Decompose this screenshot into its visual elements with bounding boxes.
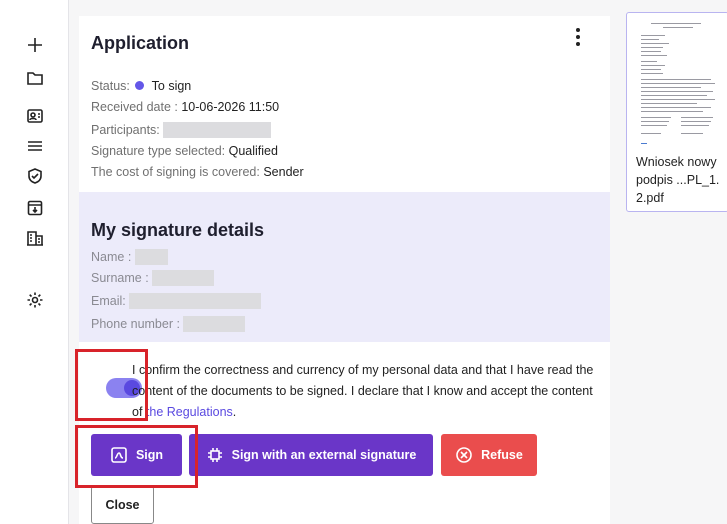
- email-label: Email:: [91, 294, 126, 308]
- folder-icon[interactable]: [25, 68, 45, 88]
- participants-row: Participants:: [91, 122, 272, 138]
- cost-row: The cost of signing is covered: Sender: [91, 165, 304, 179]
- regulations-link[interactable]: the Regulations: [146, 405, 233, 419]
- participants-redacted: [163, 122, 272, 138]
- phone-redacted: [183, 316, 246, 332]
- name-redacted: [134, 249, 168, 265]
- name-row: Name :: [91, 249, 168, 265]
- phone-label: Phone number :: [91, 317, 180, 331]
- signature-type-value: Qualified: [228, 144, 278, 158]
- surname-row: Surname :: [91, 270, 215, 286]
- close-button[interactable]: Close: [91, 486, 154, 524]
- building-icon[interactable]: [25, 228, 45, 248]
- refuse-button-label: Refuse: [481, 448, 523, 462]
- document-card[interactable]: Wniosek nowy podpis ...PL_1. 2.pdf: [626, 12, 727, 212]
- toggle-highlight: [75, 349, 148, 421]
- gear-icon[interactable]: [25, 290, 45, 310]
- document-thumbnail: [637, 17, 725, 149]
- consent-end: .: [232, 405, 237, 419]
- contact-card-icon[interactable]: [25, 106, 45, 126]
- list-icon[interactable]: [25, 136, 45, 156]
- name-label: Name :: [91, 250, 132, 264]
- shield-check-icon[interactable]: [25, 166, 45, 186]
- status-row: Status: To sign: [91, 79, 191, 93]
- document-name: Wniosek nowy podpis ...PL_1. 2.pdf: [636, 155, 720, 205]
- status-label: Status:: [91, 79, 130, 93]
- consent-text: I confirm the correctness and currency o…: [132, 360, 602, 423]
- chip-icon: [207, 448, 222, 462]
- received-label: Received date :: [91, 100, 178, 114]
- archive-icon[interactable]: [25, 198, 45, 218]
- received-value: 10-06-2026 11:50: [181, 100, 280, 114]
- received-row: Received date : 10-06-2026 11:50: [91, 100, 279, 114]
- cost-label: The cost of signing is covered:: [91, 165, 260, 179]
- close-circle-icon: [456, 447, 472, 463]
- signature-details-panel: My signature details Name : Surname : Em…: [79, 192, 610, 342]
- refuse-button[interactable]: Refuse: [441, 434, 537, 476]
- more-menu-icon[interactable]: [572, 26, 584, 48]
- participants-label: Participants:: [91, 123, 160, 137]
- email-row: Email:: [91, 293, 262, 309]
- page-title: Application: [91, 33, 189, 53]
- signature-type-label: Signature type selected:: [91, 144, 226, 158]
- email-redacted: [129, 293, 262, 309]
- plus-icon[interactable]: [25, 35, 45, 55]
- sign-button-highlight: [75, 425, 198, 488]
- sign-external-button[interactable]: Sign with an external signature: [189, 434, 433, 476]
- signature-details-title: My signature details: [91, 220, 265, 240]
- status-dot-icon: [135, 81, 145, 90]
- signature-type-row: Signature type selected: Qualified: [91, 144, 278, 158]
- status-badge: To sign: [151, 79, 192, 93]
- cost-value: Sender: [263, 165, 304, 179]
- surname-label: Surname :: [91, 271, 149, 285]
- phone-row: Phone number :: [91, 316, 246, 332]
- sidebar: [0, 0, 69, 524]
- sign-external-button-label: Sign with an external signature: [231, 448, 417, 462]
- surname-redacted: [152, 270, 215, 286]
